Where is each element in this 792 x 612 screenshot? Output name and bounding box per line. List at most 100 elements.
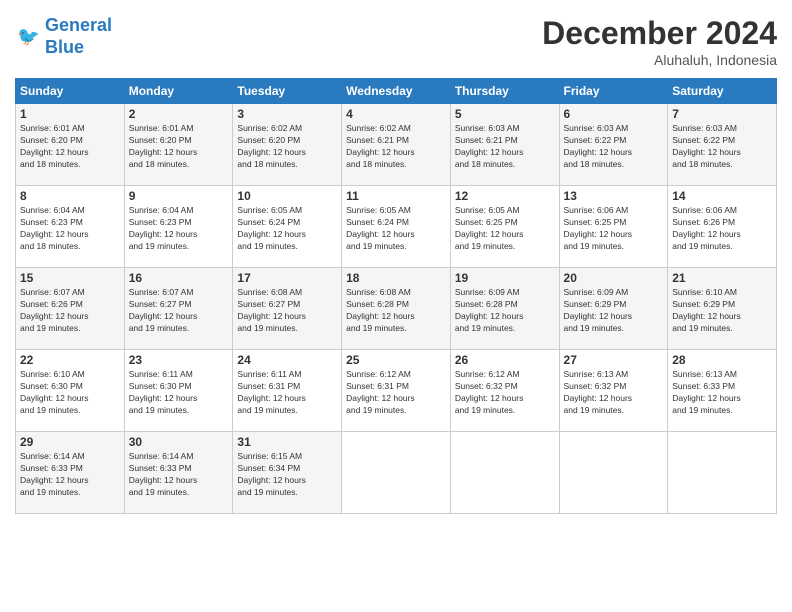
day-number: 18	[346, 271, 446, 285]
day-info: Sunrise: 6:01 AM Sunset: 6:20 PM Dayligh…	[20, 123, 120, 171]
calendar-cell: 9Sunrise: 6:04 AM Sunset: 6:23 PM Daylig…	[124, 186, 233, 268]
logo-line2: Blue	[45, 37, 84, 57]
day-info: Sunrise: 6:15 AM Sunset: 6:34 PM Dayligh…	[237, 451, 337, 499]
day-info: Sunrise: 6:06 AM Sunset: 6:26 PM Dayligh…	[672, 205, 772, 253]
day-info: Sunrise: 6:12 AM Sunset: 6:31 PM Dayligh…	[346, 369, 446, 417]
day-number: 30	[129, 435, 229, 449]
day-info: Sunrise: 6:08 AM Sunset: 6:27 PM Dayligh…	[237, 287, 337, 335]
day-info: Sunrise: 6:10 AM Sunset: 6:29 PM Dayligh…	[672, 287, 772, 335]
calendar-cell	[559, 432, 668, 514]
calendar-cell: 31 Sunrise: 6:15 AM Sunset: 6:34 PM Dayli…	[233, 432, 342, 514]
day-number: 8	[20, 189, 120, 203]
calendar-cell: 16Sunrise: 6:07 AM Sunset: 6:27 PM Dayli…	[124, 268, 233, 350]
page: 🐦 General Blue December 2024 Aluhaluh, I…	[0, 0, 792, 612]
weekday-row: SundayMondayTuesdayWednesdayThursdayFrid…	[16, 79, 777, 104]
day-number: 19	[455, 271, 555, 285]
day-number: 4	[346, 107, 446, 121]
weekday-header: Sunday	[16, 79, 125, 104]
weekday-header: Thursday	[450, 79, 559, 104]
calendar-cell: 19Sunrise: 6:09 AM Sunset: 6:28 PM Dayli…	[450, 268, 559, 350]
day-info: Sunrise: 6:02 AM Sunset: 6:21 PM Dayligh…	[346, 123, 446, 171]
calendar-cell: 20 Sunrise: 6:09 AM Sunset: 6:29 PM Dayli…	[559, 268, 668, 350]
day-number: 10	[237, 189, 337, 203]
day-info: Sunrise: 6:08 AM Sunset: 6:28 PM Dayligh…	[346, 287, 446, 335]
logo-line1: General	[45, 15, 112, 35]
day-info: Sunrise: 6:04 AM Sunset: 6:23 PM Dayligh…	[20, 205, 120, 253]
calendar-cell: 23 Sunrise: 6:11 AM Sunset: 6:30 PM Dayli…	[124, 350, 233, 432]
day-number: 5	[455, 107, 555, 121]
day-info: Sunrise: 6:05 AM Sunset: 6:24 PM Dayligh…	[346, 205, 446, 253]
calendar-cell: 3Sunrise: 6:02 AM Sunset: 6:20 PM Daylig…	[233, 104, 342, 186]
day-number: 20	[564, 271, 664, 285]
day-info: Sunrise: 6:05 AM Sunset: 6:25 PM Dayligh…	[455, 205, 555, 253]
day-number: 23	[129, 353, 229, 367]
weekday-header: Saturday	[668, 79, 777, 104]
calendar-week: 15Sunrise: 6:07 AM Sunset: 6:26 PM Dayli…	[16, 268, 777, 350]
day-info: Sunrise: 6:09 AM Sunset: 6:29 PM Dayligh…	[564, 287, 664, 335]
calendar-cell: 29 Sunrise: 6:14 AM Sunset: 6:33 PM Dayli…	[16, 432, 125, 514]
day-info: Sunrise: 6:07 AM Sunset: 6:26 PM Dayligh…	[20, 287, 120, 335]
calendar-week: 29 Sunrise: 6:14 AM Sunset: 6:33 PM Dayli…	[16, 432, 777, 514]
day-number: 16	[129, 271, 229, 285]
calendar-header: SundayMondayTuesdayWednesdayThursdayFrid…	[16, 79, 777, 104]
location: Aluhaluh, Indonesia	[542, 52, 777, 68]
day-number: 6	[564, 107, 664, 121]
calendar-cell: 5 Sunrise: 6:03 AM Sunset: 6:21 PM Daylig…	[450, 104, 559, 186]
day-number: 28	[672, 353, 772, 367]
calendar-cell: 15Sunrise: 6:07 AM Sunset: 6:26 PM Dayli…	[16, 268, 125, 350]
day-info: Sunrise: 6:03 AM Sunset: 6:21 PM Dayligh…	[455, 123, 555, 171]
day-number: 22	[20, 353, 120, 367]
day-number: 21	[672, 271, 772, 285]
calendar-cell: 1 Sunrise: 6:01 AM Sunset: 6:20 PM Daylig…	[16, 104, 125, 186]
logo: 🐦 General Blue	[15, 15, 112, 58]
day-number: 12	[455, 189, 555, 203]
day-info: Sunrise: 6:06 AM Sunset: 6:25 PM Dayligh…	[564, 205, 664, 253]
day-info: Sunrise: 6:11 AM Sunset: 6:30 PM Dayligh…	[129, 369, 229, 417]
day-info: Sunrise: 6:14 AM Sunset: 6:33 PM Dayligh…	[20, 451, 120, 499]
weekday-header: Tuesday	[233, 79, 342, 104]
day-number: 13	[564, 189, 664, 203]
calendar-cell: 26Sunrise: 6:12 AM Sunset: 6:32 PM Dayli…	[450, 350, 559, 432]
day-info: Sunrise: 6:10 AM Sunset: 6:30 PM Dayligh…	[20, 369, 120, 417]
day-number: 9	[129, 189, 229, 203]
day-info: Sunrise: 6:03 AM Sunset: 6:22 PM Dayligh…	[672, 123, 772, 171]
title-block: December 2024 Aluhaluh, Indonesia	[542, 15, 777, 68]
day-number: 3	[237, 107, 337, 121]
day-number: 14	[672, 189, 772, 203]
calendar-cell: 30Sunrise: 6:14 AM Sunset: 6:33 PM Dayli…	[124, 432, 233, 514]
day-number: 7	[672, 107, 772, 121]
calendar-cell: 11 Sunrise: 6:05 AM Sunset: 6:24 PM Dayli…	[342, 186, 451, 268]
day-number: 17	[237, 271, 337, 285]
weekday-header: Wednesday	[342, 79, 451, 104]
day-number: 2	[129, 107, 229, 121]
calendar-cell: 12 Sunrise: 6:05 AM Sunset: 6:25 PM Dayli…	[450, 186, 559, 268]
calendar-cell	[450, 432, 559, 514]
weekday-header: Friday	[559, 79, 668, 104]
day-number: 31	[237, 435, 337, 449]
calendar-cell: 24Sunrise: 6:11 AM Sunset: 6:31 PM Dayli…	[233, 350, 342, 432]
day-info: Sunrise: 6:11 AM Sunset: 6:31 PM Dayligh…	[237, 369, 337, 417]
day-info: Sunrise: 6:13 AM Sunset: 6:32 PM Dayligh…	[564, 369, 664, 417]
calendar-week: 1 Sunrise: 6:01 AM Sunset: 6:20 PM Daylig…	[16, 104, 777, 186]
month-title: December 2024	[542, 15, 777, 52]
calendar-cell: 27 Sunrise: 6:13 AM Sunset: 6:32 PM Dayli…	[559, 350, 668, 432]
logo-text: General Blue	[45, 15, 112, 58]
calendar-cell: 6 Sunrise: 6:03 AM Sunset: 6:22 PM Daylig…	[559, 104, 668, 186]
calendar-cell: 8 Sunrise: 6:04 AM Sunset: 6:23 PM Daylig…	[16, 186, 125, 268]
calendar-week: 8 Sunrise: 6:04 AM Sunset: 6:23 PM Daylig…	[16, 186, 777, 268]
day-number: 11	[346, 189, 446, 203]
calendar: SundayMondayTuesdayWednesdayThursdayFrid…	[15, 78, 777, 514]
day-info: Sunrise: 6:03 AM Sunset: 6:22 PM Dayligh…	[564, 123, 664, 171]
calendar-cell: 21 Sunrise: 6:10 AM Sunset: 6:29 PM Dayli…	[668, 268, 777, 350]
day-info: Sunrise: 6:12 AM Sunset: 6:32 PM Dayligh…	[455, 369, 555, 417]
day-number: 1	[20, 107, 120, 121]
calendar-cell: 18 Sunrise: 6:08 AM Sunset: 6:28 PM Dayli…	[342, 268, 451, 350]
calendar-week: 22 Sunrise: 6:10 AM Sunset: 6:30 PM Dayli…	[16, 350, 777, 432]
day-info: Sunrise: 6:05 AM Sunset: 6:24 PM Dayligh…	[237, 205, 337, 253]
calendar-cell: 14 Sunrise: 6:06 AM Sunset: 6:26 PM Dayli…	[668, 186, 777, 268]
day-number: 29	[20, 435, 120, 449]
day-info: Sunrise: 6:01 AM Sunset: 6:20 PM Dayligh…	[129, 123, 229, 171]
calendar-cell: 10 Sunrise: 6:05 AM Sunset: 6:24 PM Dayli…	[233, 186, 342, 268]
day-number: 27	[564, 353, 664, 367]
calendar-body: 1 Sunrise: 6:01 AM Sunset: 6:20 PM Daylig…	[16, 104, 777, 514]
